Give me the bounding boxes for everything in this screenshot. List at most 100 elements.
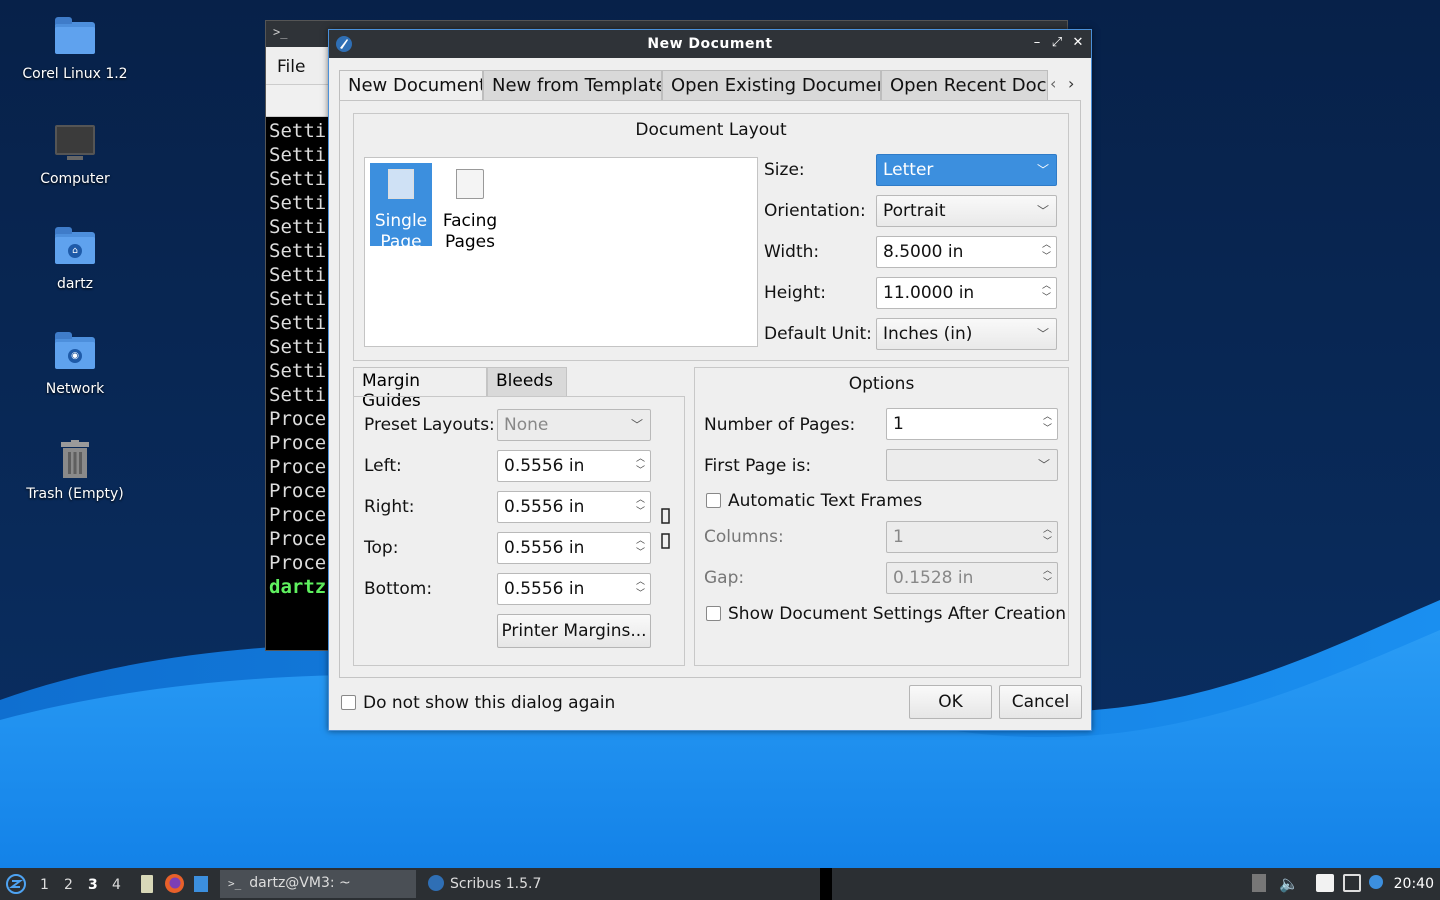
taskbar-scribus[interactable]: Scribus 1.5.7 — [420, 870, 616, 898]
spin-arrows-icon[interactable]: ︿ ﹀ — [636, 576, 645, 600]
terminal-line: Setti — [269, 144, 327, 166]
left-margin-label: Left: — [364, 456, 402, 476]
notes-icon[interactable] — [1316, 874, 1334, 892]
tab-open-existing-document[interactable]: Open Existing Document — [662, 70, 881, 100]
orientation-select[interactable]: Portrait ﹀ — [876, 195, 1057, 227]
network-status-icon[interactable] — [1343, 874, 1361, 892]
tab-new-from-template[interactable]: New from Template — [483, 70, 662, 100]
printer-margins-button[interactable]: Printer Margins... — [497, 614, 651, 648]
new-document-pane: Document Layout Single Page Facing Pages… — [339, 100, 1081, 678]
dialog-titlebar[interactable]: New Document – ⤢ ✕ — [329, 30, 1091, 58]
desktop-icon-dartz[interactable]: ⌂ dartz — [0, 226, 150, 292]
desktop-icon-label: Trash (Empty) — [26, 486, 124, 502]
spin-arrows-icon[interactable]: ︿ ﹀ — [1043, 524, 1052, 548]
tab-scroll-left-icon[interactable]: ‹ — [1050, 74, 1056, 93]
desktop-icon-computer[interactable]: Computer — [0, 121, 150, 187]
computer-icon — [53, 121, 97, 165]
columns-label: Columns: — [704, 527, 784, 547]
spin-arrows-icon[interactable]: ︿ ﹀ — [636, 535, 645, 559]
size-label: Size: — [764, 160, 805, 180]
spin-arrows-icon[interactable]: ︿ ﹀ — [1043, 565, 1052, 589]
show-document-settings-checkbox[interactable]: Show Document Settings After Creation — [706, 604, 1066, 624]
do-not-show-again-checkbox[interactable]: Do not show this dialog again — [341, 693, 615, 713]
maximize-button[interactable]: ⤢ — [1049, 35, 1065, 51]
bottom-margin-spinbox[interactable]: 0.5556 in ︿ ﹀ — [497, 573, 651, 605]
file-manager-icon[interactable] — [141, 875, 153, 893]
preset-layouts-select[interactable]: None ﹀ — [497, 409, 651, 441]
checkbox-box[interactable] — [341, 695, 356, 710]
terminal-line: Proce — [269, 408, 327, 430]
terminal-line: Setti — [269, 216, 327, 238]
desktop: Corel Linux 1.2 Computer ⌂ dartz ◉ Netwo… — [0, 0, 1440, 868]
close-button[interactable]: ✕ — [1070, 35, 1086, 51]
page-layout-list[interactable]: Single Page Facing Pages — [364, 157, 758, 347]
number-of-pages-spinbox[interactable]: 1 ︿ ﹀ — [886, 408, 1058, 440]
chevron-down-icon: ﹀ — [630, 418, 643, 432]
clipboard-icon[interactable] — [1252, 874, 1266, 892]
options-group: Options Number of Pages: 1 ︿ ﹀ First Page… — [694, 367, 1069, 666]
columns-spinbox[interactable]: 1 ︿ ﹀ — [886, 521, 1058, 553]
automatic-text-frames-checkbox[interactable]: Automatic Text Frames — [706, 491, 922, 511]
spin-arrows-icon[interactable]: ︿ ﹀ — [636, 453, 645, 477]
workspace-3[interactable]: 3 — [88, 877, 98, 893]
spin-arrows-icon[interactable]: ︿ ﹀ — [1042, 239, 1051, 263]
terminal-line: Setti — [269, 360, 327, 382]
minimize-button[interactable]: – — [1029, 35, 1045, 51]
taskbar-terminal[interactable]: >_ dartz@VM3: ~ — [220, 870, 416, 898]
document-layout-title: Document Layout — [635, 120, 787, 140]
checkbox-box[interactable] — [706, 606, 721, 621]
first-page-select[interactable]: ﹀ — [886, 449, 1058, 481]
gap-value: 0.1528 in — [893, 568, 974, 588]
default-unit-select[interactable]: Inches (in) ﹀ — [876, 318, 1057, 350]
desktop-icon-network[interactable]: ◉ Network — [0, 331, 150, 397]
margin-guides-group: Preset Layouts: None ﹀ Left: 0.5556 in ︿… — [353, 396, 685, 666]
terminal-line: Proce — [269, 456, 327, 478]
clock[interactable]: 20:40 — [1394, 876, 1434, 892]
spin-arrows-icon[interactable]: ︿ ﹀ — [1043, 411, 1052, 435]
desktop-icon-corel-linux[interactable]: Corel Linux 1.2 — [0, 16, 150, 82]
firefox-icon[interactable] — [164, 873, 185, 894]
gap-spinbox[interactable]: 0.1528 in ︿ ﹀ — [886, 562, 1058, 594]
terminal-icon: >_ — [228, 877, 242, 890]
update-notifier-icon[interactable] — [1369, 875, 1383, 889]
size-value: Letter — [883, 160, 934, 180]
single-page-option[interactable]: Single Page — [370, 163, 432, 252]
show-desktop-icon[interactable] — [194, 876, 208, 892]
top-margin-spinbox[interactable]: 0.5556 in ︿ ﹀ — [497, 532, 651, 564]
size-select[interactable]: Letter ﹀ — [876, 154, 1057, 186]
start-menu-icon[interactable] — [6, 874, 26, 894]
tab-open-recent-document[interactable]: Open Recent Docur — [881, 70, 1048, 100]
spin-arrows-icon[interactable]: ︿ ﹀ — [636, 494, 645, 518]
right-margin-spinbox[interactable]: 0.5556 in ︿ ﹀ — [497, 491, 651, 523]
ok-button[interactable]: OK — [909, 685, 992, 719]
tab-new-document[interactable]: New Document — [339, 70, 483, 101]
checkbox-box[interactable] — [706, 493, 721, 508]
volume-icon[interactable]: 🔈 — [1279, 874, 1299, 893]
facing-pages-option[interactable]: Facing Pages — [437, 163, 503, 252]
cancel-button[interactable]: Cancel — [999, 685, 1082, 719]
spin-arrows-icon[interactable]: ︿ ﹀ — [1042, 280, 1051, 304]
tab-margin-guides[interactable]: Margin Guides — [353, 367, 487, 411]
workspace-2[interactable]: 2 — [64, 877, 73, 893]
workspace-1[interactable]: 1 — [40, 877, 49, 893]
facing-pages-label-2: Pages — [444, 232, 495, 252]
chain-link-icon[interactable] — [660, 507, 672, 551]
tab-bleeds[interactable]: Bleeds — [487, 367, 567, 396]
facing-pages-icon — [456, 169, 484, 199]
workspace-4[interactable]: 4 — [112, 877, 121, 893]
terminal-menu-file[interactable]: File — [277, 57, 305, 77]
dialog-title: New Document — [647, 36, 773, 52]
width-label: Width: — [764, 242, 820, 262]
top-margin-label: Top: — [364, 538, 399, 558]
orientation-label: Orientation: — [764, 201, 866, 221]
terminal-line: Setti — [269, 192, 327, 214]
height-spinbox[interactable]: 11.0000 in ︿ ﹀ — [876, 277, 1057, 309]
taskbar-scribus-label: Scribus 1.5.7 — [450, 876, 542, 892]
tab-scroll-right-icon[interactable]: › — [1068, 74, 1074, 93]
left-margin-spinbox[interactable]: 0.5556 in ︿ ﹀ — [497, 450, 651, 482]
width-spinbox[interactable]: 8.5000 in ︿ ﹀ — [876, 236, 1057, 268]
chevron-down-icon: ﹀ — [1036, 204, 1049, 218]
facing-pages-label-1: Facing — [442, 211, 498, 231]
new-document-dialog[interactable]: New Document – ⤢ ✕ New Document New from… — [328, 29, 1092, 731]
desktop-icon-trash[interactable]: Trash (Empty) — [0, 436, 150, 502]
